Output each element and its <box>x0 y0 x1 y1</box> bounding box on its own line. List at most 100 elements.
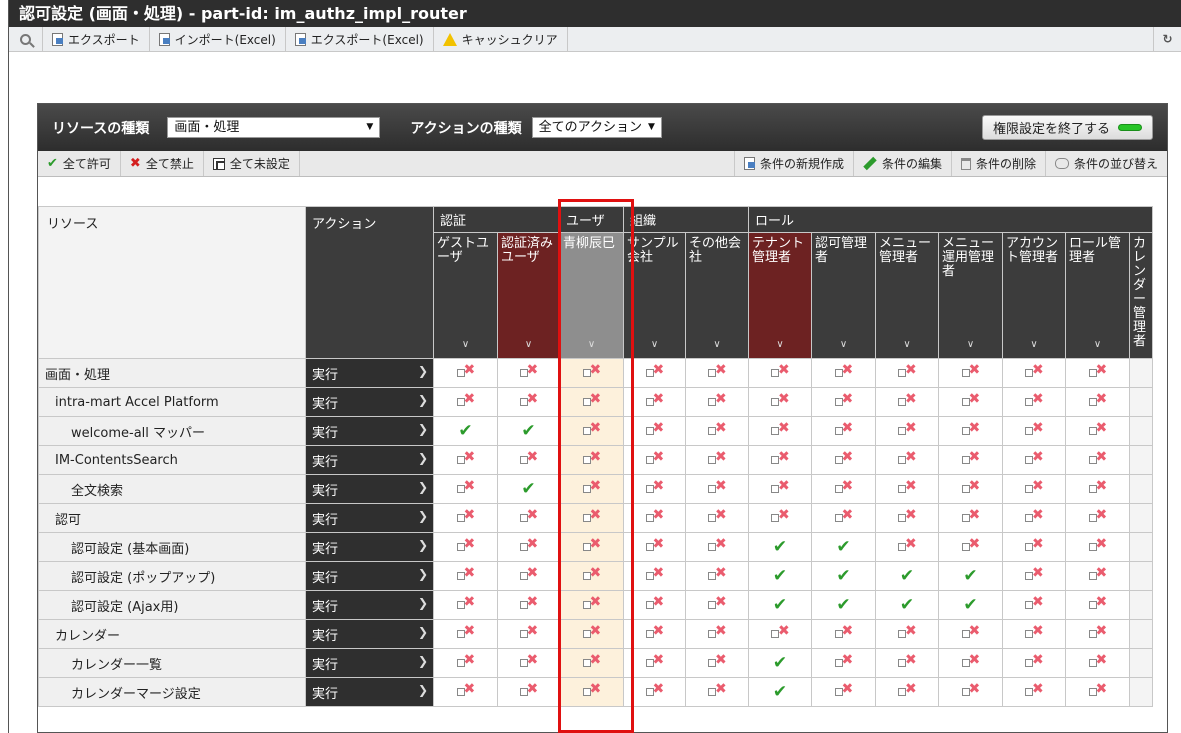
resource-name[interactable]: intra-mart Accel Platform <box>38 387 306 417</box>
permission-cell[interactable]: ✖ <box>623 532 686 562</box>
resource-name[interactable]: 認可設定 (Ajax用) <box>38 590 306 620</box>
edit-condition-button[interactable]: 条件の編集 <box>852 151 951 176</box>
permission-cell[interactable]: ✔ <box>811 561 876 591</box>
permission-cell[interactable]: ✖ <box>497 358 560 388</box>
permission-cell[interactable]: ✖ <box>623 416 686 446</box>
permission-cell[interactable]: ✔ <box>748 648 812 678</box>
permission-cell[interactable]: ✔ <box>497 474 560 504</box>
reload-button[interactable]: ↻ <box>1153 27 1181 51</box>
resource-name[interactable]: 認可設定 (基本画面) <box>38 532 306 562</box>
permission-cell[interactable]: ✔ <box>875 590 939 620</box>
permission-cell[interactable]: ✖ <box>559 677 624 707</box>
column-header[interactable]: サンプル会社 ∨ <box>623 232 686 359</box>
permission-cell[interactable]: ✖ <box>875 532 939 562</box>
permission-cell[interactable]: ✖ <box>559 503 624 533</box>
permission-cell[interactable]: ✖ <box>1002 416 1066 446</box>
column-header[interactable]: テナント管理者 ∨ <box>748 232 812 359</box>
permission-cell[interactable]: ✖ <box>1002 387 1066 417</box>
permission-cell[interactable]: ✖ <box>875 387 939 417</box>
permission-cell[interactable]: ✖ <box>1065 445 1130 475</box>
permission-cell[interactable]: ✖ <box>938 387 1003 417</box>
permission-cell[interactable]: ✖ <box>1065 416 1130 446</box>
permission-cell[interactable]: ✖ <box>685 677 749 707</box>
permission-cell[interactable]: ✖ <box>1002 648 1066 678</box>
permission-cell[interactable]: ✔ <box>811 590 876 620</box>
permission-cell[interactable]: ✔ <box>748 677 812 707</box>
end-authz-button[interactable]: 権限設定を終了する <box>981 115 1153 140</box>
resource-name[interactable]: IM-ContentsSearch <box>38 445 306 475</box>
permission-cell[interactable]: ✖ <box>938 532 1003 562</box>
permission-cell[interactable]: ✖ <box>1002 358 1066 388</box>
permission-cell[interactable]: ✖ <box>938 677 1003 707</box>
action-cell[interactable]: 実行 ❯ <box>305 445 434 475</box>
column-header[interactable]: メニュー運用管理者 ∨ <box>938 232 1003 359</box>
permission-cell[interactable]: ✖ <box>1065 532 1130 562</box>
permission-cell[interactable]: ✖ <box>811 358 876 388</box>
permission-cell[interactable]: ✔ <box>433 416 498 446</box>
permission-cell[interactable]: ✖ <box>811 648 876 678</box>
column-header[interactable]: 認証済みユーザ ∨ <box>497 232 560 359</box>
delete-condition-button[interactable]: 条件の削除 <box>950 151 1045 176</box>
permission-cell[interactable]: ✖ <box>938 619 1003 649</box>
permission-cell[interactable]: ✖ <box>1002 532 1066 562</box>
permission-cell[interactable]: ✖ <box>559 474 624 504</box>
resource-name[interactable]: welcome-all マッパー <box>38 416 306 446</box>
permission-cell[interactable]: ✖ <box>1002 503 1066 533</box>
column-header[interactable]: 認可管理者 ∨ <box>811 232 876 359</box>
permission-cell[interactable]: ✖ <box>433 561 498 591</box>
permission-cell[interactable]: ✖ <box>623 474 686 504</box>
permission-cell[interactable]: ✖ <box>433 387 498 417</box>
permission-cell[interactable]: ✖ <box>875 619 939 649</box>
permission-cell[interactable]: ✖ <box>748 387 812 417</box>
column-header[interactable]: その他会社 ∨ <box>685 232 749 359</box>
permission-cell[interactable]: ✖ <box>938 503 1003 533</box>
permission-cell[interactable]: ✖ <box>875 416 939 446</box>
permission-cell[interactable]: ✖ <box>685 648 749 678</box>
permission-cell[interactable]: ✖ <box>1065 619 1130 649</box>
resource-name[interactable]: カレンダーマージ設定 <box>38 677 306 707</box>
action-cell[interactable]: 実行 ❯ <box>305 358 434 388</box>
permission-cell[interactable]: ✖ <box>497 561 560 591</box>
resource-name[interactable]: 認可 <box>38 503 306 533</box>
permission-cell[interactable]: ✖ <box>623 445 686 475</box>
permission-cell[interactable]: ✖ <box>875 358 939 388</box>
permission-cell[interactable]: ✖ <box>559 619 624 649</box>
column-header[interactable]: アカウント管理者 ∨ <box>1002 232 1066 359</box>
resource-name[interactable]: カレンダー <box>38 619 306 649</box>
cache-clear-button[interactable]: キャッシュクリア <box>434 27 568 51</box>
permission-cell[interactable]: ✖ <box>497 648 560 678</box>
deny-all-button[interactable]: ✖ 全て禁止 <box>121 151 204 176</box>
action-cell[interactable]: 実行 ❯ <box>305 561 434 591</box>
permission-cell[interactable]: ✖ <box>938 474 1003 504</box>
allow-all-button[interactable]: ✔ 全て許可 <box>38 151 121 176</box>
permission-cell[interactable]: ✖ <box>685 445 749 475</box>
permission-cell[interactable]: ✖ <box>623 677 686 707</box>
permission-cell[interactable]: ✖ <box>748 503 812 533</box>
permission-cell[interactable]: ✖ <box>748 474 812 504</box>
export-button[interactable]: エクスポート <box>43 27 150 51</box>
permission-cell[interactable]: ✖ <box>559 416 624 446</box>
permission-cell[interactable]: ✖ <box>811 416 876 446</box>
permission-cell[interactable]: ✖ <box>497 532 560 562</box>
permission-cell[interactable]: ✖ <box>1002 561 1066 591</box>
permission-cell[interactable]: ✖ <box>938 445 1003 475</box>
permission-cell[interactable]: ✖ <box>748 445 812 475</box>
permission-cell[interactable]: ✖ <box>433 503 498 533</box>
new-condition-button[interactable]: 条件の新規作成 <box>733 151 853 176</box>
action-cell[interactable]: 実行 ❯ <box>305 387 434 417</box>
permission-cell[interactable]: ✖ <box>559 387 624 417</box>
permission-cell[interactable]: ✖ <box>938 648 1003 678</box>
action-cell[interactable]: 実行 ❯ <box>305 619 434 649</box>
permission-cell[interactable]: ✖ <box>685 474 749 504</box>
permission-cell[interactable]: ✖ <box>685 590 749 620</box>
column-header[interactable]: メニュー管理者 ∨ <box>875 232 939 359</box>
permission-cell[interactable]: ✖ <box>685 619 749 649</box>
column-header[interactable]: カレンダー管理者 <box>1129 232 1153 359</box>
resource-name[interactable]: カレンダー一覧 <box>38 648 306 678</box>
permission-cell[interactable]: ✔ <box>497 416 560 446</box>
permission-cell[interactable]: ✖ <box>1065 677 1130 707</box>
resource-name[interactable]: 認可設定 (ポップアップ) <box>38 561 306 591</box>
permission-cell[interactable]: ✔ <box>748 561 812 591</box>
permission-cell[interactable]: ✖ <box>433 474 498 504</box>
permission-cell[interactable]: ✖ <box>748 416 812 446</box>
